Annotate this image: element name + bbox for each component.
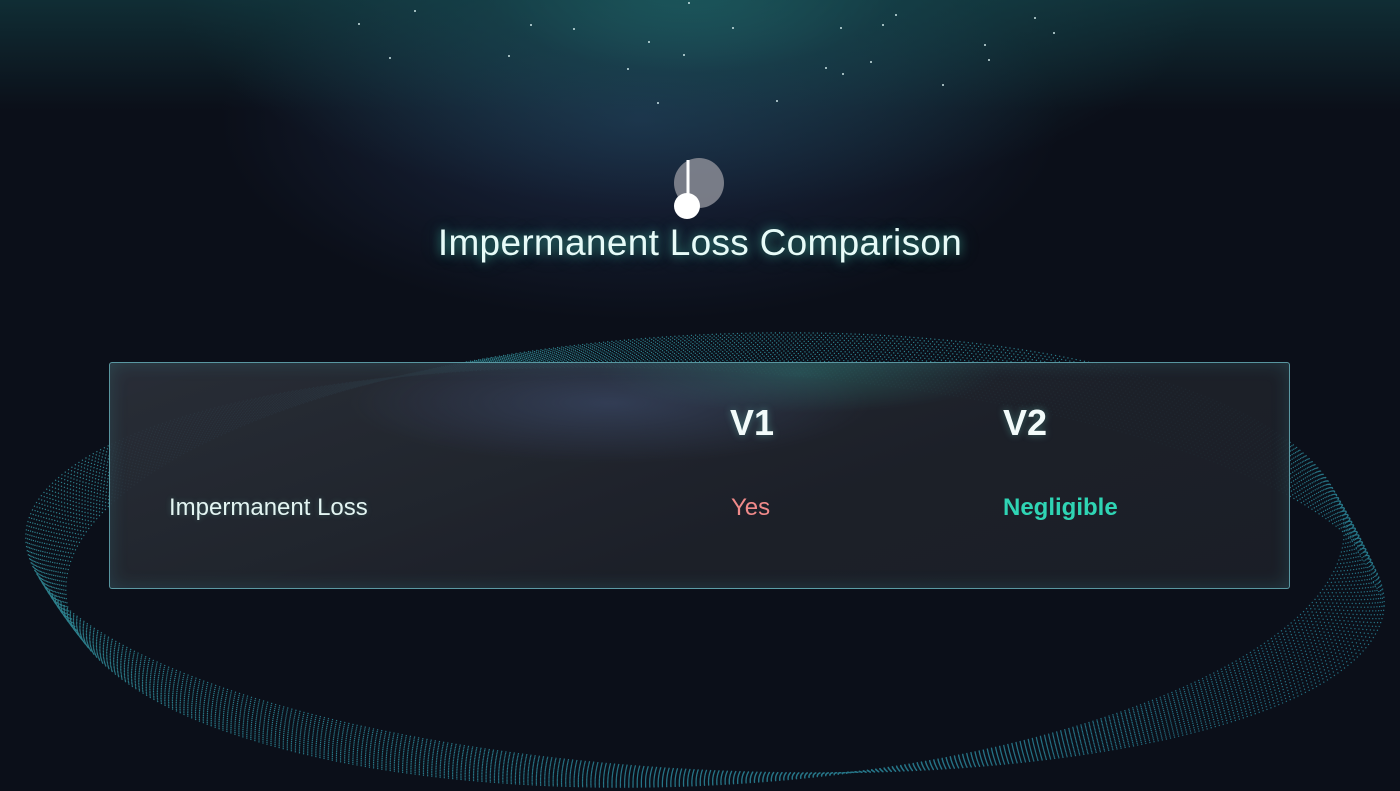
page-title: Impermanent Loss Comparison bbox=[437, 222, 963, 263]
comparison-table bbox=[109, 362, 1290, 589]
row-label-impermanent-loss: Impermanent Loss bbox=[169, 494, 368, 521]
slide: Impermanent Loss Comparison V1 V2 Imperm… bbox=[0, 0, 1400, 791]
cell-v1-value: Yes bbox=[731, 494, 771, 521]
pendulum-logo-icon bbox=[674, 158, 724, 219]
cell-v2-value: Negligible bbox=[1003, 494, 1118, 521]
column-header-v1: V1 bbox=[730, 402, 775, 443]
column-header-v2: V2 bbox=[1003, 402, 1048, 443]
